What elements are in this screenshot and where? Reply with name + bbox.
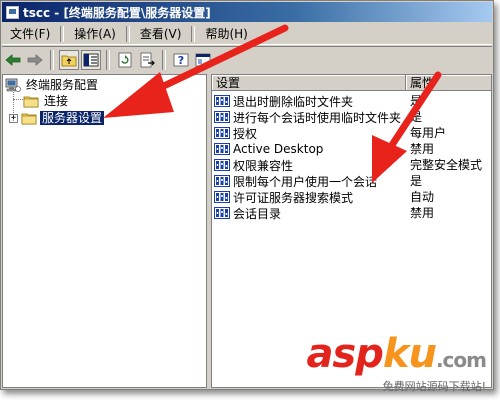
setting-value: 是 — [410, 94, 423, 108]
toolbar-separator — [106, 50, 110, 70]
tree-label-connections: 连接 — [44, 94, 69, 108]
setting-name-cell: 许可证服务器搜索模式 — [214, 189, 404, 205]
setting-value: 是 — [410, 110, 423, 124]
setting-icon — [214, 159, 230, 171]
console-icon[interactable] — [193, 50, 213, 70]
menu-bar: 文件(F) 操作(A) 查看(V) 帮助(H) — [2, 24, 492, 45]
tree-label-root: 终端服务配置 — [26, 78, 99, 92]
setting-name-cell: 进行每个会话时使用临时文件夹 — [214, 109, 404, 125]
setting-icon — [214, 127, 230, 139]
menu-separator — [125, 26, 130, 42]
setting-name-cell: 限制每个用户使用一个会话 — [214, 173, 404, 189]
setting-icon — [214, 111, 230, 123]
list-item[interactable]: 会话目录 禁用 — [212, 205, 491, 221]
setting-value: 是 — [410, 174, 423, 188]
tree-item-connections[interactable]: 连接 — [23, 93, 70, 109]
setting-value: 禁用 — [410, 206, 435, 220]
setting-name: 限制每个用户使用一个会话 — [233, 174, 378, 189]
tree-item-server-settings[interactable]: + 服务器设置 — [9, 110, 106, 126]
toolbar-separator — [162, 50, 166, 70]
setting-name: 权限兼容性 — [233, 158, 294, 173]
setting-name: 进行每个会话时使用临时文件夹 — [233, 110, 402, 125]
setting-value: 禁用 — [410, 142, 435, 156]
list-item[interactable]: 退出时删除临时文件夹 是 — [212, 93, 491, 109]
export-icon[interactable] — [137, 50, 157, 70]
list-item[interactable]: 授权 每用户 — [212, 125, 491, 141]
list-item[interactable]: Active Desktop 禁用 — [212, 141, 491, 157]
help-icon[interactable]: ? — [171, 50, 191, 70]
watermark-subtitle: 免费网站源码下载站! — [382, 380, 486, 393]
tree-pane[interactable]: 终端服务配置 连接 + 服务器设置 — [2, 74, 207, 388]
list-item[interactable]: 许可证服务器搜索模式 自动 — [212, 189, 491, 205]
setting-name-cell: 退出时删除临时文件夹 — [214, 93, 404, 109]
tree-label-server-settings: 服务器设置 — [38, 110, 106, 126]
folder-icon — [23, 96, 39, 107]
setting-icon — [214, 143, 230, 155]
setting-name: Active Desktop — [233, 142, 324, 156]
expand-icon[interactable]: + — [9, 113, 18, 123]
tree-connector — [13, 99, 23, 100]
app-icon — [6, 5, 19, 19]
toolbar-separator — [50, 50, 54, 70]
window-title: tscc - [终端服务配置\服务器设置] — [23, 5, 211, 20]
setting-value: 每用户 — [410, 126, 447, 140]
setting-name: 授权 — [233, 126, 258, 141]
setting-name: 许可证服务器搜索模式 — [233, 190, 354, 205]
forward-arrow-icon[interactable] — [25, 50, 45, 70]
setting-name: 退出时删除临时文件夹 — [233, 94, 354, 109]
title-bar[interactable]: tscc - [终端服务配置\服务器设置] — [2, 2, 492, 22]
menu-action[interactable]: 操作(A) — [66, 25, 124, 43]
setting-icon — [214, 207, 230, 219]
back-arrow-icon[interactable] — [3, 50, 23, 70]
menu-separator — [191, 26, 196, 42]
show-tree-icon[interactable] — [81, 50, 101, 70]
toolbar: ? — [2, 46, 492, 73]
setting-name-cell: 授权 — [214, 125, 404, 141]
menu-help[interactable]: 帮助(H) — [197, 25, 255, 43]
setting-icon — [214, 191, 230, 203]
svg-text:?: ? — [178, 54, 184, 67]
setting-name-cell: Active Desktop — [214, 141, 404, 157]
folder-icon — [21, 113, 37, 124]
watermark-logo: aspku.com — [306, 331, 487, 377]
setting-icon — [214, 175, 230, 187]
site-watermark: aspku.com 免费网站源码下载站! — [306, 331, 487, 394]
menu-file[interactable]: 文件(F) — [2, 25, 58, 43]
setting-name-cell: 会话目录 — [214, 205, 404, 221]
tree-item-root[interactable]: 终端服务配置 — [5, 77, 100, 93]
column-header-setting[interactable]: 设置 — [212, 75, 406, 91]
setting-name-cell: 权限兼容性 — [214, 157, 404, 173]
refresh-icon[interactable] — [115, 50, 135, 70]
setting-icon — [214, 95, 230, 107]
list-item[interactable]: 限制每个用户使用一个会话 是 — [212, 173, 491, 189]
setting-value: 完整安全模式 — [410, 158, 483, 172]
terminal-services-icon — [5, 78, 21, 92]
up-folder-icon[interactable] — [59, 50, 79, 70]
list-item[interactable]: 进行每个会话时使用临时文件夹是 — [212, 109, 491, 125]
list-item[interactable]: 权限兼容性 完整安全模式 — [212, 157, 491, 173]
column-header-property[interactable]: 属性 — [406, 75, 491, 91]
menu-view[interactable]: 查看(V) — [132, 25, 190, 43]
setting-name: 会话目录 — [233, 206, 282, 221]
setting-value: 自动 — [410, 190, 435, 204]
menu-separator — [60, 26, 65, 42]
